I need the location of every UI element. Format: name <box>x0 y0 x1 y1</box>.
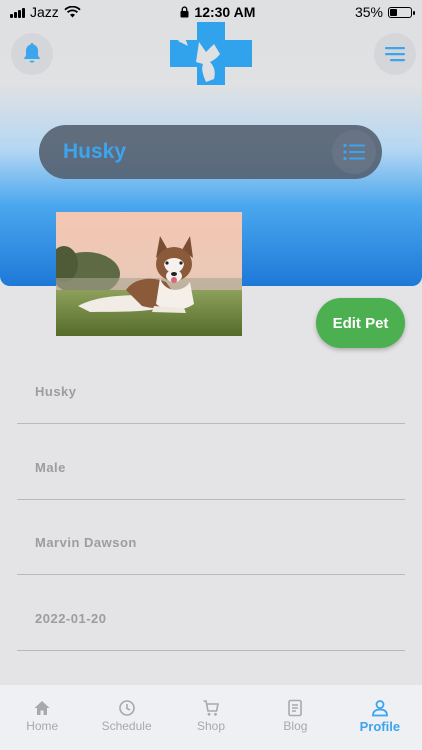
gender-value: Male <box>35 460 66 475</box>
document-icon <box>288 699 303 717</box>
bell-icon <box>23 43 41 63</box>
nav-profile-label: Profile <box>359 719 401 734</box>
menu-icon <box>385 47 405 62</box>
list-icon <box>343 143 365 161</box>
status-time: 12:30 AM <box>194 4 256 20</box>
wifi-icon <box>64 6 81 18</box>
battery-icon <box>388 6 415 18</box>
nav-profile[interactable]: Profile <box>338 685 422 750</box>
pet-clinic-logo <box>170 22 252 85</box>
edit-pet-button[interactable]: Edit Pet <box>316 298 405 348</box>
breed-value: Husky <box>35 384 77 399</box>
nav-schedule[interactable]: Schedule <box>84 685 168 750</box>
status-left: Jazz <box>10 4 81 20</box>
pet-name-bar: Husky <box>39 125 382 179</box>
battery-percent: 35% <box>354 4 383 20</box>
pet-list-button[interactable] <box>332 130 376 174</box>
battery-level <box>390 8 397 16</box>
nav-home[interactable]: Home <box>0 685 84 750</box>
clock-icon <box>118 700 135 716</box>
nav-shop-label: Shop <box>197 719 226 733</box>
owner-value: Marvin Dawson <box>35 535 137 550</box>
nav-blog[interactable]: Blog <box>253 685 337 750</box>
nav-blog-label: Blog <box>283 719 308 733</box>
home-icon <box>34 701 50 715</box>
status-bar: Jazz 12:30 AM 35% <box>0 0 422 24</box>
nav-shop[interactable]: Shop <box>169 685 253 750</box>
gender-field[interactable]: Male <box>17 460 405 500</box>
signal-icon <box>10 7 25 18</box>
status-right: 35% <box>354 4 415 20</box>
bottom-nav: Home Schedule Shop Blog Profile <box>0 685 422 750</box>
person-icon <box>371 700 388 717</box>
date-value: 2022-01-20 <box>35 611 107 626</box>
cart-icon <box>203 700 220 716</box>
menu-button[interactable] <box>374 33 416 75</box>
date-field[interactable]: 2022-01-20 <box>17 611 405 651</box>
lock-icon <box>180 6 189 18</box>
carrier-label: Jazz <box>30 4 59 20</box>
pet-name-title: Husky <box>63 140 127 163</box>
breed-field[interactable]: Husky <box>17 384 405 424</box>
status-center: 12:30 AM <box>180 4 255 20</box>
husky-dog-photo <box>56 212 242 336</box>
nav-schedule-label: Schedule <box>101 719 152 733</box>
nav-home-label: Home <box>26 719 59 733</box>
notifications-button[interactable] <box>11 33 53 75</box>
owner-field[interactable]: Marvin Dawson <box>17 535 405 575</box>
pet-photo <box>56 212 242 336</box>
